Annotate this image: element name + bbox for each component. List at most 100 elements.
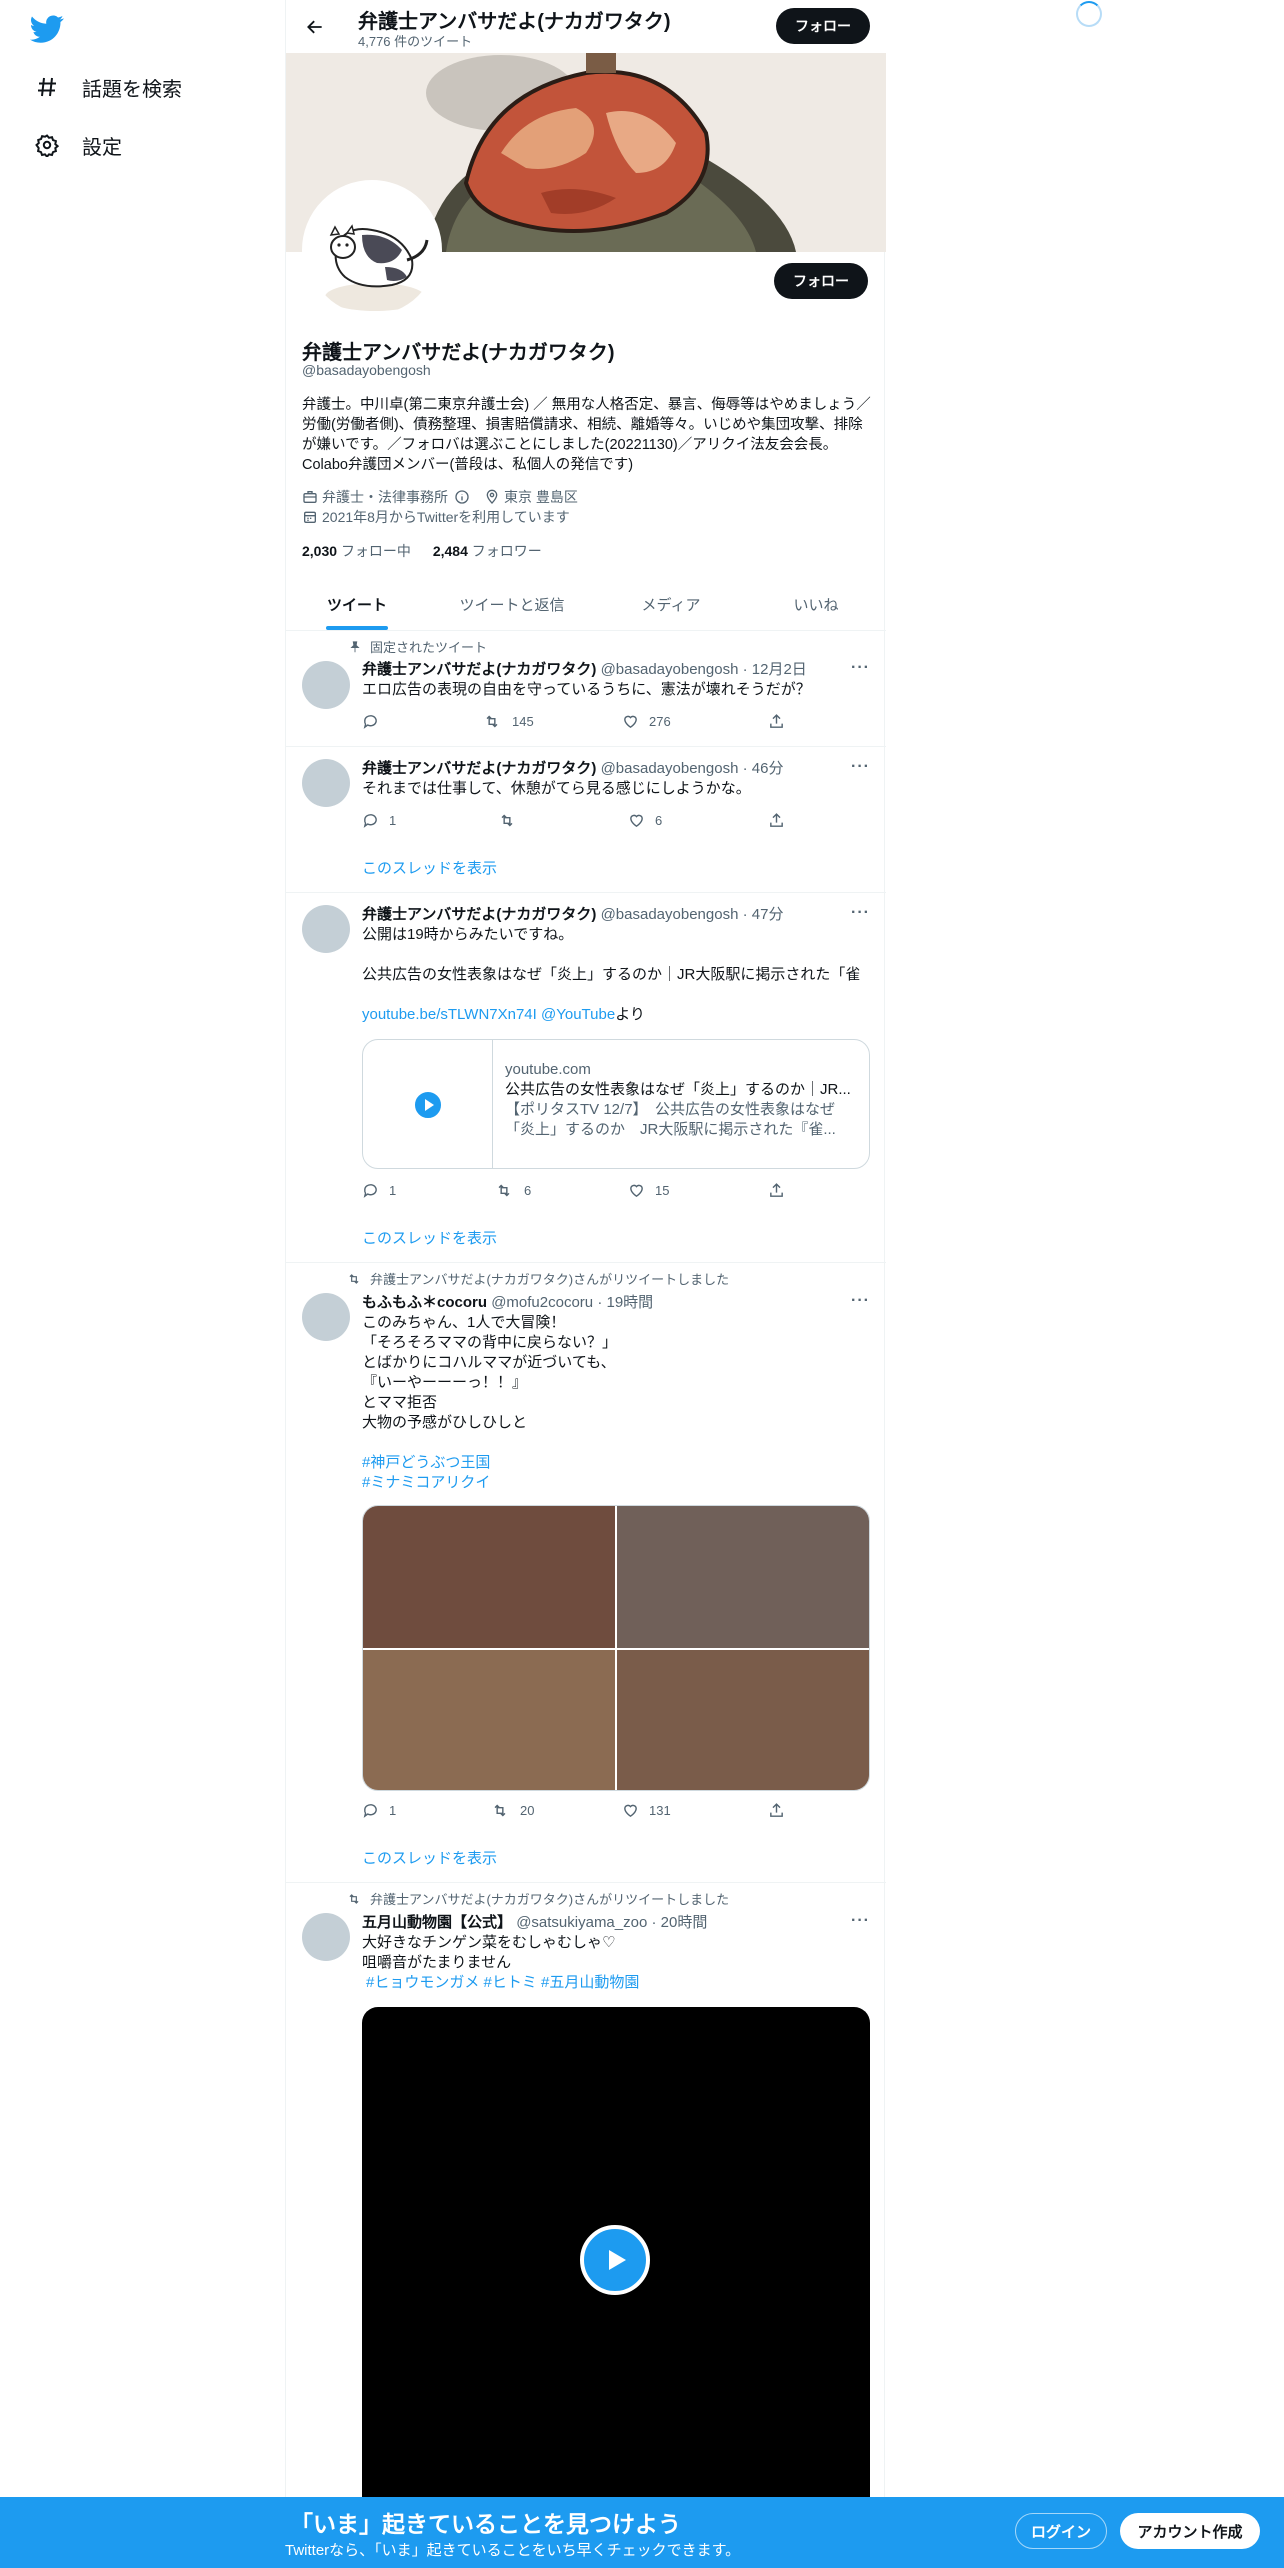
reply-icon (363, 715, 377, 729)
retweet-button[interactable]: 6 (494, 1182, 531, 1199)
info-icon[interactable] (454, 489, 470, 505)
retweet-icon (349, 1893, 359, 1904)
tab-media[interactable]: メディア (596, 578, 746, 631)
tweet-author-name[interactable]: 弁護士アンバサだよ(ナカガワタク) (362, 906, 596, 923)
tweet-pinned[interactable]: 固定されたツイート 弁護士アンバサだよ(ナカガワタク) @basadayoben… (286, 631, 886, 747)
retweet-icon (498, 1184, 510, 1197)
tweet-time[interactable]: · 47分 (743, 906, 784, 923)
share-button[interactable] (768, 1182, 795, 1199)
retweet-icon (501, 814, 513, 827)
nav-explore[interactable]: 話題を検索 (34, 67, 182, 107)
avatar[interactable] (302, 661, 350, 709)
retweet-button[interactable]: 145 (482, 713, 534, 730)
reply-button[interactable]: 1 (362, 812, 396, 829)
reply-count: 1 (389, 1803, 397, 1818)
followers-count: 2,484 (432, 543, 468, 559)
profile-avatar[interactable] (302, 180, 442, 320)
following-label: フォロー中 (340, 543, 411, 559)
tab-tweets-replies[interactable]: ツイートと返信 (428, 578, 596, 631)
calendar-icon (304, 511, 316, 523)
signup-banner-subtitle: Twitterなら、「いま」起きていることをいち早くチェックできます。 (285, 2542, 741, 2559)
tab-tweets[interactable]: ツイート (286, 578, 428, 631)
pin-icon (350, 640, 360, 652)
tweet-author-handle[interactable]: @basadayobengosh (601, 760, 739, 777)
tweet-url-link[interactable]: youtube.be/sTLWN7Xn74I (362, 1006, 537, 1023)
tweet-author-handle[interactable]: @satsukiyama_zoo (516, 1914, 647, 1931)
tweet-retweeted[interactable]: 弁護士アンバサだよ(ナカガワタク)さんがリツイートしました もふもふ＊cocor… (286, 1263, 886, 1883)
tweet-actions: 1 6 (362, 812, 802, 832)
twitter-logo-icon[interactable] (30, 12, 64, 46)
like-button[interactable]: 15 (628, 1182, 669, 1199)
create-account-button[interactable]: アカウント作成 (1120, 2513, 1260, 2549)
tweet-time[interactable]: · 12月2日 (743, 661, 807, 678)
tweet-author-handle[interactable]: @basadayobengosh (601, 661, 739, 678)
nav-explore-label: 話題を検索 (82, 78, 182, 101)
follow-counts: 2,030 フォロー中 2,484 フォロワー (302, 541, 542, 561)
tweet-retweeted[interactable]: 弁護士アンバサだよ(ナカガワタク)さんがリツイートしました 五月山動物園【公式】… (286, 1883, 886, 2568)
tweet-time[interactable]: · 46分 (743, 760, 784, 777)
followers-link[interactable]: 2,484 フォロワー (433, 543, 542, 559)
reply-button[interactable] (362, 713, 389, 730)
photo-4[interactable] (617, 1650, 869, 1790)
more-options-icon[interactable]: ··· (851, 758, 870, 776)
reply-button[interactable]: 1 (362, 1182, 396, 1199)
profile-meta-row: 弁護士・法律事務所 東京 豊島区 (302, 487, 588, 507)
retweet-button[interactable] (497, 812, 527, 829)
avatar[interactable] (302, 905, 350, 953)
link-preview-card[interactable]: youtube.com 公共広告の女性表象はなぜ「炎上」するのか｜JR... 【… (362, 1039, 870, 1169)
more-options-icon[interactable]: ··· (851, 659, 870, 677)
signup-banner: 「いま」起きていることを見つけよう Twitterなら、「いま」起きていることを… (0, 2497, 1284, 2568)
like-button[interactable]: 276 (622, 713, 671, 730)
hashtag-link[interactable]: #ミナミコアリクイ (362, 1473, 872, 1493)
share-button[interactable] (768, 1802, 795, 1819)
retweet-button[interactable]: 20 (490, 1802, 534, 1819)
tweet-author-handle[interactable]: @mofu2cocoru (491, 1294, 593, 1311)
following-link[interactable]: 2,030 フォロー中 (302, 543, 411, 559)
show-thread-link[interactable]: このスレッドを表示 (362, 1847, 497, 1868)
share-button[interactable] (768, 713, 795, 730)
back-arrow-icon[interactable] (300, 12, 330, 42)
avatar[interactable] (302, 1293, 350, 1341)
login-button[interactable]: ログイン (1015, 2513, 1107, 2549)
tweet[interactable]: 弁護士アンバサだよ(ナカガワタク) @basadayobengosh · 46分… (286, 747, 886, 893)
tweet[interactable]: 弁護士アンバサだよ(ナカガワタク) @basadayobengosh · 47分… (286, 893, 886, 1263)
tweet-author-name[interactable]: 五月山動物園【公式】 (362, 1914, 512, 1931)
tweet-header: 弁護士アンバサだよ(ナカガワタク) @basadayobengosh · 12月… (362, 658, 807, 679)
tweet-author-name[interactable]: 弁護士アンバサだよ(ナカガワタク) (362, 760, 596, 777)
profile-follow-button[interactable]: フォロー (774, 263, 868, 299)
like-button[interactable]: 131 (622, 1802, 671, 1819)
play-icon (412, 1090, 443, 1120)
photo-3[interactable] (363, 1650, 615, 1790)
avatar[interactable] (302, 759, 350, 807)
show-thread-link[interactable]: このスレッドを表示 (362, 857, 497, 878)
tweet-time[interactable]: · 19時間 (597, 1294, 653, 1311)
nav-settings[interactable]: 設定 (34, 125, 122, 165)
profile-joined-text: 2021年8月からTwitterを利用しています (322, 509, 570, 525)
video-player[interactable] (362, 2007, 870, 2567)
share-icon (770, 1183, 783, 1197)
header-follow-button[interactable]: フォロー (776, 8, 870, 44)
tweet-time[interactable]: · 20時間 (651, 1914, 707, 1931)
hashtag-link[interactable]: #神戸どうぶつ王国 (362, 1453, 872, 1473)
tweet-author-name[interactable]: 弁護士アンバサだよ(ナカガワタク) (362, 661, 596, 678)
photo-2[interactable] (617, 1506, 869, 1648)
more-options-icon[interactable]: ··· (851, 904, 870, 922)
play-button-icon[interactable] (580, 2225, 650, 2295)
avatar[interactable] (302, 1913, 350, 1961)
more-options-icon[interactable]: ··· (851, 1912, 870, 1930)
reply-button[interactable]: 1 (362, 1802, 396, 1819)
more-options-icon[interactable]: ··· (851, 1292, 870, 1310)
tweet-author-handle[interactable]: @basadayobengosh (601, 906, 739, 923)
show-thread-link[interactable]: このスレッドを表示 (362, 1227, 497, 1248)
like-button[interactable]: 6 (628, 812, 662, 829)
via-suffix: より (615, 1006, 645, 1023)
share-button[interactable] (768, 812, 795, 829)
following-count: 2,030 (302, 543, 338, 559)
reply-count: 1 (389, 1183, 397, 1198)
photo-1[interactable] (363, 1506, 615, 1648)
heart-icon (624, 1804, 637, 1818)
tweet-author-name[interactable]: もふもふ＊cocoru (362, 1294, 487, 1311)
tab-likes[interactable]: いいね (746, 578, 886, 631)
hashtag-links[interactable]: #ヒョウモンガメ #ヒトミ #五月山動物園 (366, 1973, 876, 1993)
youtube-mention-link[interactable]: @YouTube (541, 1006, 615, 1023)
